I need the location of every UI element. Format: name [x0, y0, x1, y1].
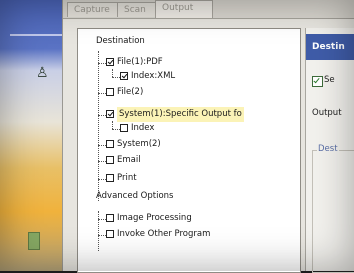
tree-connector: [98, 161, 106, 162]
checkbox-unchecked-icon[interactable]: [106, 214, 114, 222]
tree-connector: [98, 219, 106, 220]
tree-item-label: Print: [117, 173, 137, 183]
advanced-options-heading: Advanced Options: [96, 191, 174, 201]
tree-item-label: File(1):PDF: [117, 57, 163, 67]
checkbox-unchecked-icon[interactable]: [106, 88, 114, 96]
checkbox-checked-icon[interactable]: [120, 72, 128, 80]
checkbox-unchecked-icon[interactable]: [106, 174, 114, 182]
tree-connector: [98, 179, 106, 180]
tab-capture[interactable]: Capture: [67, 2, 123, 17]
tree-connector: [98, 115, 106, 116]
settings-dialog: Capture Scan Output Destination File(1):…: [62, 0, 354, 273]
tree-connector: [98, 235, 106, 236]
tree-item-label: File(2): [117, 87, 144, 97]
send-label: Se: [324, 75, 335, 85]
checkbox-unchecked-icon[interactable]: [106, 156, 114, 164]
monitor-screen: ♙ Capture Scan Output Destination File(1…: [0, 0, 354, 273]
tab-bar: Capture Scan Output: [63, 0, 354, 19]
tab-output[interactable]: Output: [155, 0, 213, 18]
tree-item-label: Index: [131, 123, 155, 133]
send-checkbox-icon[interactable]: [312, 76, 323, 87]
tree-item-label: Invoke Other Program: [117, 229, 211, 239]
green-block-icon: [28, 232, 40, 250]
destination-tree: Destination File(1):PDF Index:XML File(2…: [77, 28, 301, 273]
tree-connector: [112, 77, 120, 78]
properties-panel: Destin Se Output Dest: [305, 28, 354, 273]
tree-connector: [98, 93, 106, 94]
tree-item-label: System(2): [117, 139, 161, 149]
tree-connector: [98, 211, 99, 251]
destination-group-title: Dest: [317, 144, 339, 154]
output-label: Output: [312, 108, 342, 118]
title-strip: [10, 34, 62, 36]
checkbox-unchecked-icon[interactable]: [106, 230, 114, 238]
destination-groupbox: Dest: [312, 144, 354, 273]
tree-connector: [112, 69, 113, 77]
background-application: ♙: [0, 0, 64, 271]
tree-connector: [112, 121, 113, 129]
tree-connector: [112, 129, 120, 130]
tree-item-label: System(1):Specific Output fo: [117, 107, 244, 122]
checkbox-unchecked-icon[interactable]: [106, 140, 114, 148]
checkbox-checked-icon[interactable]: [106, 110, 114, 118]
checkbox-unchecked-icon[interactable]: [120, 124, 128, 132]
tree-connector: [98, 63, 106, 64]
tree-item-label: Index:XML: [131, 71, 176, 81]
person-icon: ♙: [36, 65, 49, 81]
checkbox-checked-icon[interactable]: [106, 58, 114, 66]
destination-heading: Destination: [96, 36, 145, 46]
properties-header: Destin: [306, 34, 354, 60]
tree-item-label: Image Processing: [117, 213, 192, 223]
tree-item-label: Email: [117, 155, 141, 165]
tree-connector: [98, 145, 106, 146]
